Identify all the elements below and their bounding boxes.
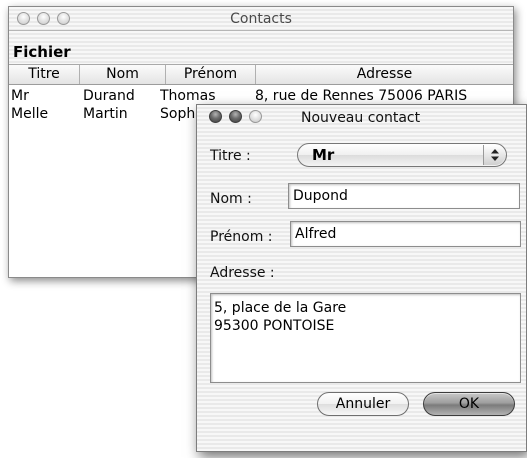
adresse-textarea[interactable]: 5, place de la Gare 95300 PONTOISE xyxy=(210,293,521,383)
prenom-label: Prénom : xyxy=(210,229,273,245)
column-header-titre[interactable]: Titre xyxy=(9,65,80,84)
column-header-adresse[interactable]: Adresse xyxy=(256,65,513,84)
cell-adresse: 8, rue de Rennes 75006 PARIS xyxy=(255,88,468,104)
cell-nom: Martin xyxy=(83,106,128,122)
new-contact-dialog: Nouveau contact Titre : Mr Nom : Prénom … xyxy=(196,104,527,452)
updown-arrows-icon xyxy=(483,145,505,165)
titre-popup-value: Mr xyxy=(312,146,335,164)
dialog-title: Nouveau contact xyxy=(301,110,421,126)
cell-titre: Mr xyxy=(11,88,29,104)
contacts-titlebar[interactable]: Contacts xyxy=(9,7,513,31)
cell-prenom: Thomas xyxy=(160,88,216,104)
window-title: Contacts xyxy=(230,11,292,27)
titre-popup[interactable]: Mr xyxy=(297,143,507,167)
column-header-nom[interactable]: Nom xyxy=(80,65,166,84)
table-row[interactable]: Mr Durand Thomas 8, rue de Rennes 75006 … xyxy=(9,87,513,105)
cell-nom: Durand xyxy=(83,88,135,104)
cancel-button[interactable]: Annuler xyxy=(317,392,409,416)
titre-label: Titre : xyxy=(210,148,251,164)
minimize-icon[interactable] xyxy=(229,110,242,123)
close-icon[interactable] xyxy=(209,110,222,123)
screen: Contacts Fichier Titre Nom Prénom Adress… xyxy=(0,0,527,458)
zoom-icon[interactable] xyxy=(249,110,262,123)
updown-arrows-glyph xyxy=(491,149,499,161)
prenom-field[interactable] xyxy=(290,221,521,247)
dialog-titlebar[interactable]: Nouveau contact xyxy=(197,105,526,131)
cell-titre: Melle xyxy=(11,106,49,122)
ok-button[interactable]: OK xyxy=(423,392,515,416)
nom-field[interactable] xyxy=(288,183,520,209)
column-header-prenom[interactable]: Prénom xyxy=(166,65,256,84)
nom-label: Nom : xyxy=(210,191,252,207)
adresse-label: Adresse : xyxy=(210,265,275,281)
menu-bar: Fichier xyxy=(9,31,513,65)
menu-fichier[interactable]: Fichier xyxy=(13,43,71,61)
table-header: Titre Nom Prénom Adresse xyxy=(9,65,513,85)
